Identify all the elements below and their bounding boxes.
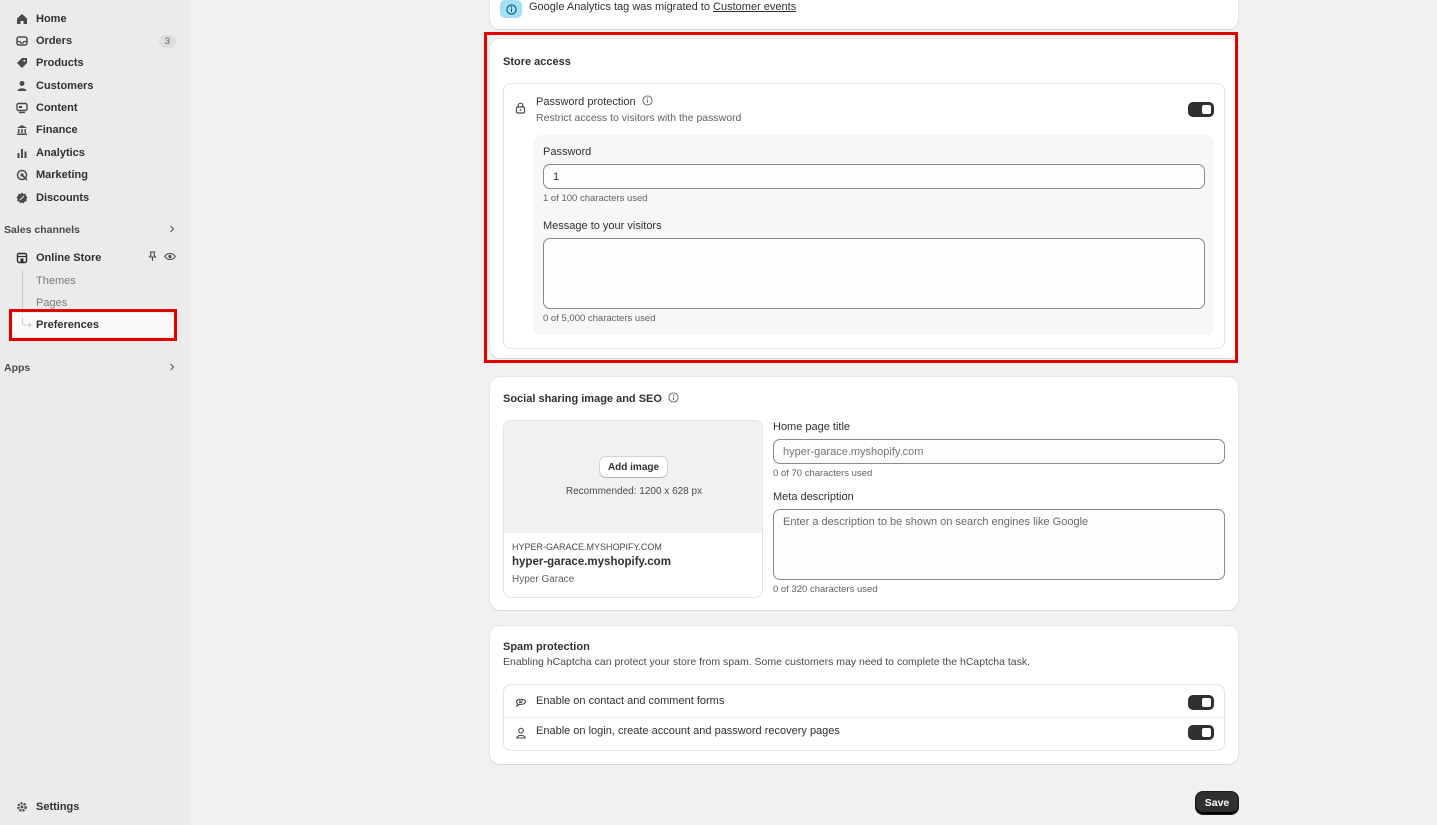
seo-heading: Social sharing image and SEO — [503, 392, 679, 406]
person-icon — [12, 76, 32, 96]
bank-icon — [12, 120, 32, 140]
customer-events-link[interactable]: Customer events — [713, 1, 796, 13]
sidebar: Home Orders 3 Products Customers Content… — [0, 0, 190, 825]
lock-icon — [515, 102, 526, 117]
password-input[interactable]: 1 — [543, 164, 1205, 189]
chat-bubble-icon — [515, 696, 527, 711]
preview-domain-caps: HYPER-GARACE.MYSHOPIFY.COM — [512, 542, 662, 552]
bar-chart-icon — [12, 143, 32, 163]
contact-forms-label: Enable on contact and comment forms — [536, 695, 725, 707]
spam-protection-card: Spam protection Enabling hCaptcha can pr… — [490, 626, 1238, 764]
seo-title: Social sharing image and SEO — [503, 393, 662, 405]
password-protection-label: Password protection — [536, 96, 636, 108]
sidebar-item-label: Settings — [36, 801, 80, 813]
sidebar-item-online-store[interactable]: Online Store — [12, 248, 178, 268]
person-outline-icon — [515, 727, 527, 742]
sidebar-subitem-pages[interactable]: Pages — [36, 297, 67, 309]
social-preview-card: Add image Recommended: 1200 x 628 px HYP… — [503, 420, 763, 598]
subnav-branch-icon — [22, 318, 32, 328]
inbox-icon — [12, 31, 32, 51]
home-title-input[interactable] — [773, 439, 1225, 464]
add-image-button[interactable]: Add image — [600, 457, 667, 477]
chevron-right-icon — [168, 224, 176, 236]
sidebar-subitem-preferences[interactable]: Preferences — [36, 319, 99, 331]
spam-options-list: Enable on contact and comment forms Enab… — [503, 684, 1225, 751]
analytics-banner: Google Analytics tag was migrated to Cus… — [490, 0, 1238, 29]
home-title-help: 0 of 70 characters used — [773, 468, 873, 479]
eye-icon[interactable] — [164, 251, 176, 265]
login-pages-toggle[interactable] — [1188, 725, 1214, 740]
info-icon — [500, 0, 522, 18]
banner-text: Google Analytics tag was migrated to — [529, 1, 714, 13]
spam-title: Spam protection — [503, 641, 590, 653]
contact-forms-row: Enable on contact and comment forms — [504, 685, 1224, 718]
message-label: Message to your visitors — [543, 220, 662, 232]
password-protection-panel: Password protection Restrict access to v… — [503, 83, 1225, 349]
sidebar-item-label: Content — [36, 102, 78, 114]
contact-forms-toggle[interactable] — [1188, 695, 1214, 710]
sales-channels-label: Sales channels — [4, 224, 80, 236]
store-access-title: Store access — [503, 56, 571, 68]
apps-header[interactable]: Apps — [4, 359, 180, 377]
sidebar-item-label: Customers — [36, 80, 94, 92]
message-textarea[interactable] — [543, 238, 1205, 309]
password-protection-desc: Restrict access to visitors with the pas… — [536, 112, 742, 124]
store-icon — [12, 248, 32, 268]
sidebar-item-marketing[interactable]: Marketing — [12, 165, 178, 185]
info-circle-icon[interactable] — [642, 95, 653, 109]
sidebar-subitem-themes[interactable]: Themes — [36, 275, 76, 287]
target-icon — [12, 165, 32, 185]
sidebar-item-label: Online Store — [36, 252, 102, 264]
sidebar-item-label: Finance — [36, 124, 78, 136]
discount-icon — [12, 188, 32, 208]
store-access-card: Store access Password protection Restric… — [490, 39, 1238, 358]
password-protection-heading: Password protection — [536, 95, 653, 109]
password-protection-toggle[interactable] — [1188, 102, 1214, 117]
image-placeholder: Add image Recommended: 1200 x 628 px — [504, 421, 762, 533]
login-pages-label: Enable on login, create account and pass… — [536, 725, 840, 737]
pin-icon[interactable] — [147, 251, 158, 265]
content-icon — [12, 98, 32, 118]
tag-icon — [12, 53, 32, 73]
apps-label: Apps — [4, 362, 31, 374]
sidebar-item-label: Products — [36, 57, 84, 69]
recommended-size: Recommended: 1200 x 628 px — [565, 486, 703, 497]
sidebar-item-finance[interactable]: Finance — [12, 120, 178, 140]
orders-count-badge: 3 — [158, 34, 176, 48]
sales-channels-header[interactable]: Sales channels — [4, 221, 180, 239]
sidebar-item-label: Analytics — [36, 147, 85, 159]
login-pages-row: Enable on login, create account and pass… — [504, 718, 1224, 751]
banner-text-line: Google Analytics tag was migrated to Cus… — [529, 1, 796, 13]
preview-domain: hyper-garace.myshopify.com — [512, 556, 671, 568]
password-settings-area: Password 1 1 of 100 characters used Mess… — [533, 135, 1214, 335]
home-icon — [12, 9, 32, 29]
spam-description: Enabling hCaptcha can protect your store… — [503, 656, 1031, 668]
sidebar-item-label: Orders — [36, 35, 73, 47]
info-circle-icon[interactable] — [668, 392, 679, 406]
sidebar-item-home[interactable]: Home — [12, 9, 178, 29]
chevron-right-icon — [168, 362, 176, 374]
seo-card: Social sharing image and SEO Add image R… — [490, 377, 1238, 610]
message-help: 0 of 5,000 characters used — [543, 313, 656, 324]
password-help: 1 of 100 characters used — [543, 193, 648, 204]
sidebar-item-discounts[interactable]: Discounts — [12, 188, 178, 208]
sidebar-item-label: Discounts — [36, 192, 90, 204]
password-label: Password — [543, 146, 592, 158]
sidebar-item-orders[interactable]: Orders 3 — [12, 31, 178, 51]
save-button[interactable]: Save — [1196, 792, 1238, 814]
preview-store-name: Hyper Garace — [512, 574, 575, 585]
sidebar-item-settings[interactable]: Settings — [12, 797, 178, 817]
sidebar-item-products[interactable]: Products — [12, 53, 178, 73]
sidebar-item-content[interactable]: Content — [12, 98, 178, 118]
sidebar-item-label: Marketing — [36, 169, 88, 181]
gear-icon — [12, 797, 32, 817]
meta-description-textarea[interactable]: Enter a description to be shown on searc… — [773, 509, 1225, 580]
meta-description-help: 0 of 320 characters used — [773, 584, 878, 595]
home-title-label: Home page title — [773, 421, 851, 433]
sidebar-item-customers[interactable]: Customers — [12, 76, 178, 96]
sidebar-item-label: Home — [36, 13, 67, 25]
meta-description-label: Meta description — [773, 491, 854, 503]
sidebar-item-analytics[interactable]: Analytics — [12, 143, 178, 163]
